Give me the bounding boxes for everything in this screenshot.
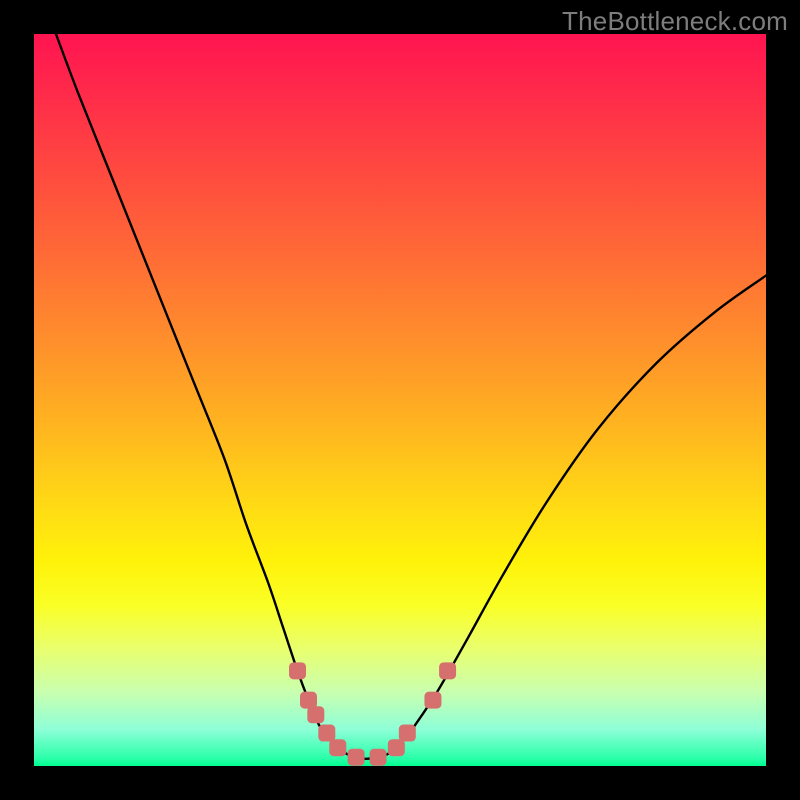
chart-svg xyxy=(34,34,766,766)
curve-marker xyxy=(399,725,416,742)
curve-marker xyxy=(289,662,306,679)
chart-plot-area xyxy=(34,34,766,766)
curve-markers xyxy=(289,662,456,765)
curve-marker xyxy=(307,706,324,723)
chart-frame: TheBottleneck.com xyxy=(0,0,800,800)
curve-marker xyxy=(348,749,365,766)
curve-marker xyxy=(424,692,441,709)
watermark-text: TheBottleneck.com xyxy=(562,6,788,37)
bottleneck-curve xyxy=(56,34,766,759)
curve-marker xyxy=(329,739,346,756)
curve-marker xyxy=(300,692,317,709)
curve-marker xyxy=(318,725,335,742)
curve-marker xyxy=(370,749,387,766)
curve-marker xyxy=(388,739,405,756)
curve-marker xyxy=(439,662,456,679)
